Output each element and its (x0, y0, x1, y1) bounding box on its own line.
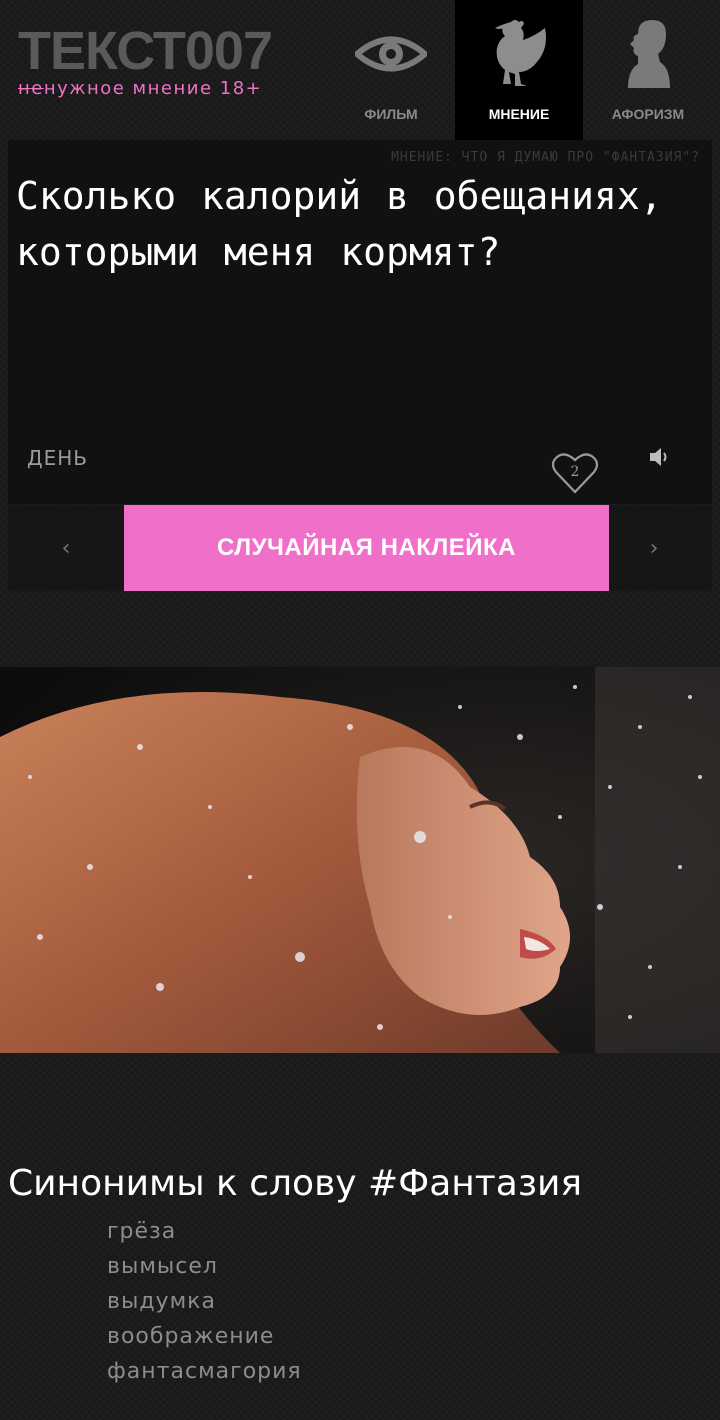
site-header: ТЕКСТ007 ненужное мнение 18+ ФИЛЬМ МНЕНИ… (0, 0, 720, 140)
nav-aphorism-label: АФОРИЗМ (611, 106, 685, 122)
logo-tagline-rest: нужное мнение 18+ (43, 78, 263, 99)
profile-head-icon (584, 18, 712, 90)
logo-title: ТЕКСТ007 (18, 21, 273, 81)
chicken-icon (455, 18, 583, 90)
synonym-item[interactable]: воображение (107, 1319, 302, 1354)
quote-card: МНЕНИЕ: ЧТО Я ДУМАЮ ПРО "ФАНТАЗИЯ"? Скол… (8, 140, 712, 504)
logo-tagline-strike: не (18, 78, 44, 99)
like-count: 2 (570, 464, 580, 480)
day-label[interactable]: ДЕНЬ (27, 446, 88, 470)
logo-tagline: ненужное мнение 18+ (18, 78, 272, 99)
speaker-icon[interactable] (648, 446, 674, 468)
synonym-item[interactable]: выдумка (107, 1284, 302, 1319)
nav-opinion[interactable]: МНЕНИЕ (455, 0, 583, 140)
next-button[interactable]: › (596, 505, 712, 591)
movie-still-image (0, 667, 720, 1053)
nav-aphorism[interactable]: АФОРИЗМ (584, 0, 712, 140)
like-button[interactable]: 2 (550, 450, 600, 496)
nav-opinion-label: МНЕНИЕ (488, 106, 550, 122)
synonyms-list: грёза вымысел выдумка воображение фантас… (107, 1214, 302, 1389)
synonym-item[interactable]: грёза (107, 1214, 302, 1249)
synonyms-title: Синонимы к слову #Фантазия (8, 1163, 583, 1204)
random-sticker-button[interactable]: СЛУЧАЙНАЯ НАКЛЕЙКА (124, 505, 609, 591)
eye-icon (327, 18, 455, 90)
prev-button[interactable]: ‹ (8, 505, 124, 591)
card-subtitle: МНЕНИЕ: ЧТО Я ДУМАЮ ПРО "ФАНТАЗИЯ"? (391, 150, 700, 165)
quote-text: Сколько калорий в обещаниях, которыми ме… (16, 174, 663, 274)
synonym-item[interactable]: вымысел (107, 1249, 302, 1284)
synonym-item[interactable]: фантасмагория (107, 1354, 302, 1389)
sticker-nav: ‹ СЛУЧАЙНАЯ НАКЛЕЙКА › (8, 505, 712, 591)
nav-film-label: ФИЛЬМ (364, 106, 418, 122)
nav-film[interactable]: ФИЛЬМ (327, 0, 455, 140)
site-logo[interactable]: ТЕКСТ007 ненужное мнение 18+ (18, 21, 273, 99)
